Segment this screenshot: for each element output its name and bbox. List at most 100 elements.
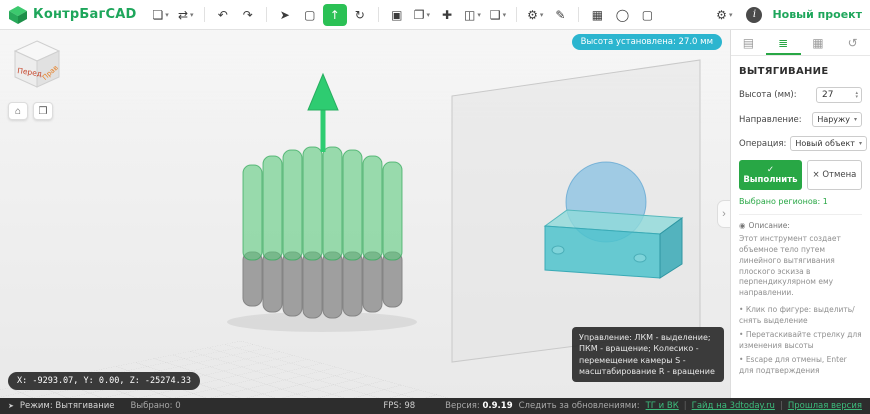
hint-item: Escape для отмены, Enter для подтвержден… — [739, 355, 862, 377]
gear-shadow — [227, 312, 417, 332]
chevron-down-icon: ▾ — [190, 10, 194, 19]
cursor-icon: ➤ — [8, 402, 14, 410]
step-down-icon[interactable]: ▾ — [855, 95, 858, 100]
open-file-button[interactable]: ❏ ▾ — [148, 4, 172, 26]
check-icon: ✓ — [766, 165, 775, 175]
cancel-button[interactable]: × Отмена — [806, 160, 862, 190]
view-cube[interactable]: Перед Прав — [8, 36, 66, 97]
operation-value: Новый объект — [795, 139, 855, 148]
x-icon: × — [812, 170, 820, 180]
height-status-badge: Высота установлена: 27.0 мм — [571, 34, 722, 50]
tool-description: Этот инструмент создает объемное тело пу… — [739, 233, 841, 298]
info-button[interactable]: i — [746, 6, 763, 23]
panel-body: ВЫТЯГИВАНИЕ Высота (мм): 27 ▴ ▾ Направле… — [731, 56, 870, 379]
move-tool-button[interactable]: ✚ — [435, 4, 459, 26]
tool-description-block: ◉ Описание: Этот инструмент создает объе… — [739, 214, 862, 376]
direction-label: Направление: — [739, 114, 802, 125]
chevron-down-icon: ▾ — [477, 10, 481, 19]
cancel-label: Отмена — [822, 170, 857, 180]
redo-button[interactable]: ↷ — [236, 4, 260, 26]
top-toolbar: КонтрБагCAD ❏ ▾ ⇄ ▾ ↶ ↷ ➤ ▢ ↑ ↻ ▣ ❐ ▾ ✚ ◫ ▾ ❑ ▾ ⚙ ▾ ✎ ▦ ◯ ▢ ⚙ ▾… — [0, 0, 870, 30]
chevron-down-icon: ▾ — [728, 10, 733, 19]
height-field: Высота (мм): 27 ▴ ▾ — [739, 87, 862, 103]
hints-list: Клик по фигуре: выделить/снять выделение… — [739, 305, 862, 376]
tab-history-icon: ↺ — [847, 35, 858, 50]
panel-collapse-button[interactable]: › — [717, 200, 730, 228]
status-link[interactable]: ТГ и ВК — [646, 401, 679, 411]
tab-stats-icon: ▤ — [742, 35, 755, 50]
status-link[interactable]: Гайд на 3dtoday.ru — [692, 401, 775, 411]
folder-icon: ❏ — [152, 7, 164, 22]
tab-grid-icon: ▦ — [812, 35, 824, 50]
height-input[interactable]: 27 ▴ ▾ — [816, 87, 862, 103]
tab-history[interactable]: ↺ — [835, 30, 870, 55]
info-icon: i — [752, 9, 757, 20]
app-title: КонтрБагCAD — [33, 7, 137, 22]
mirror-tool-button[interactable]: ◫ ▾ — [460, 4, 485, 26]
gear-icon: ⚙ — [527, 7, 538, 22]
cube-tool-button[interactable]: ▢ — [635, 4, 659, 26]
new-project-button[interactable]: Новый проект — [772, 8, 862, 21]
settings-menu-button[interactable]: ⚙ ▾ — [712, 4, 736, 26]
chevron-down-icon: ▾ — [502, 10, 507, 19]
main-area: Перед Прав ⌂ ❒ Высота установлена: 27.0 … — [0, 30, 870, 398]
panel-title: ВЫТЯГИВАНИЕ — [739, 66, 829, 77]
extrude-tool-button[interactable]: ↑ — [322, 3, 347, 26]
tab-grid[interactable]: ▦ — [801, 30, 836, 55]
right-panel: ▤ ≣ ▦ ↺ ВЫТЯГИВАНИЕ Высота (мм): 27 ▴ ▾ Нап… — [730, 30, 870, 398]
controls-tooltip: Управление: ЛКМ - выделение; ПКМ - враще… — [572, 327, 724, 382]
direction-field: Направление: Наружу ▾ — [739, 112, 862, 127]
grid-toggle-button[interactable]: ▦ — [585, 4, 609, 26]
rotate-tool-button[interactable]: ↻ — [348, 4, 372, 26]
chevron-down-icon: ▾ — [165, 10, 169, 19]
extrude-arrow-icon: ↑ — [329, 7, 340, 22]
status-link[interactable]: Прошлая версия — [788, 401, 862, 411]
tab-properties[interactable]: ≣ — [766, 30, 801, 55]
circle-icon: ◯ — [615, 7, 630, 22]
tab-stats[interactable]: ▤ — [731, 30, 766, 55]
fit-view-button[interactable]: ❒ — [33, 102, 53, 120]
height-value: 27 — [822, 90, 834, 100]
edit-tool-button[interactable]: ✎ — [548, 4, 572, 26]
direction-value: Наружу — [817, 115, 850, 124]
version-label: Версия: — [445, 401, 480, 411]
apply-button[interactable]: ✓ Выполнить — [739, 160, 802, 190]
cube-icon: ▣ — [391, 7, 403, 22]
chevron-down-icon: ▾ — [858, 140, 862, 147]
toolbar-separator — [203, 7, 205, 22]
direction-select[interactable]: Наружу ▾ — [812, 112, 862, 127]
undo-button[interactable]: ↶ — [211, 4, 235, 26]
hint-item: Перетаскивайте стрелку для изменения выс… — [739, 330, 862, 352]
stepper-arrows-icon[interactable]: ▴ ▾ — [855, 91, 858, 100]
viewport-3d[interactable]: Перед Прав ⌂ ❒ Высота установлена: 27.0 … — [0, 30, 730, 398]
gear-object[interactable] — [242, 146, 403, 319]
box-select-tool-button[interactable]: ▢ — [298, 4, 322, 26]
mirror-icon: ◫ — [464, 7, 476, 22]
toolbar-right: ⚙ ▾ i Новый проект — [712, 4, 862, 26]
rotate-icon: ↻ — [354, 7, 365, 22]
undo-icon: ↶ — [217, 7, 228, 22]
status-bar: ➤ Режим: Вытягивание Выбрано: 0 FPS: 98 … — [0, 398, 870, 414]
toolbar-separator — [265, 7, 267, 22]
group-tool-button[interactable]: ❑ ▾ — [486, 4, 510, 26]
operation-select[interactable]: Новый объект ▾ — [790, 136, 867, 151]
selected-regions-info: Выбрано регионов: 1 — [739, 197, 828, 206]
info-icon: ◉ — [739, 221, 746, 230]
sphere-tool-button[interactable]: ◯ — [610, 4, 634, 26]
group-icon: ❑ — [489, 7, 501, 22]
settings-tool-button[interactable]: ⚙ ▾ — [523, 4, 547, 26]
extrude-arrow-gizmo[interactable] — [307, 72, 339, 152]
shape-tool-button[interactable]: ▣ — [385, 4, 409, 26]
operation-label: Операция: — [739, 138, 787, 149]
move-icon: ✚ — [441, 7, 453, 22]
app-logo: КонтрБагCAD — [8, 5, 136, 25]
select-tool-button[interactable]: ➤ — [273, 4, 297, 26]
import-export-icon: ⇄ — [177, 7, 188, 22]
import-export-button[interactable]: ⇄ ▾ — [174, 4, 198, 26]
logo-cube-icon — [9, 5, 27, 24]
description-label: Описание: — [748, 221, 790, 230]
copy-tool-button[interactable]: ❐ ▾ — [410, 4, 434, 26]
version-info: Версия: 0.9.19 — [445, 401, 512, 411]
tab-properties-icon: ≣ — [778, 35, 789, 50]
home-view-button[interactable]: ⌂ — [8, 102, 28, 120]
